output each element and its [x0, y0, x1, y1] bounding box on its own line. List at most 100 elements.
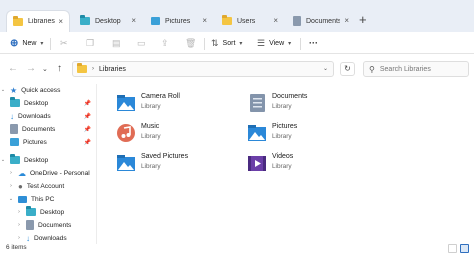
plus-icon: ⊕ [10, 37, 19, 49]
videos-icon [248, 156, 266, 171]
documents-icon [26, 220, 34, 230]
desktop-folder-icon [80, 15, 90, 25]
library-name: Videos [272, 153, 294, 160]
tab-pictures[interactable]: Pictures × [145, 10, 213, 32]
folder-icon [222, 15, 232, 25]
chevron-right-icon[interactable]: › [8, 170, 14, 176]
search-placeholder: Search Libraries [379, 65, 431, 73]
chevron-down-icon[interactable]: ⌄ [0, 87, 6, 93]
tab-label: Libraries [28, 18, 55, 25]
sidebar-item-desktop[interactable]: Desktop 📌 [0, 97, 96, 109]
cut-button[interactable]: ✂ [60, 36, 68, 50]
library-name: Pictures [272, 123, 298, 130]
library-music[interactable]: Music Library [98, 119, 248, 147]
tab-users[interactable]: Users × [216, 10, 284, 32]
close-icon[interactable]: × [58, 17, 63, 26]
tab-desktop[interactable]: Desktop × [74, 10, 142, 32]
refresh-button[interactable]: ↻ [340, 62, 355, 76]
user-icon: ● [18, 181, 23, 191]
library-saved-pictures[interactable]: Saved Pictures Library [98, 149, 248, 177]
tab-label: Users [237, 17, 256, 25]
cloud-icon: ☁ [18, 168, 26, 178]
desktop-folder-icon [10, 154, 20, 164]
copy-button[interactable]: ❐ [86, 36, 94, 50]
tab-label: Pictures [165, 17, 191, 25]
chevron-down-icon[interactable]: ⌄ [0, 157, 6, 163]
chevron-right-icon[interactable]: › [16, 235, 22, 241]
pin-icon: 📌 [83, 126, 91, 133]
share-button[interactable]: ⇪ [161, 36, 169, 50]
sort-button[interactable]: ⇅ Sort ▾ [211, 36, 242, 50]
sidebar-item-pictures[interactable]: Pictures 📌 [0, 136, 96, 148]
rename-button[interactable]: ▭ [137, 36, 146, 50]
new-button[interactable]: ⊕ New ▾ [10, 36, 43, 50]
pin-icon: 📌 [83, 113, 91, 120]
command-bar: ⊕ New ▾ ✂ ❐ ▤ ▭ ⇪ 🗑 ⇅ Sort ▾ ☰ View ▾ ··… [0, 32, 474, 54]
tab-label: Documents [306, 17, 340, 25]
download-icon: ↓ [10, 111, 14, 121]
close-icon[interactable]: × [344, 16, 349, 25]
tab-documents[interactable]: Documents × [287, 10, 355, 32]
sidebar-item-pc-desktop[interactable]: › Desktop [0, 206, 96, 218]
chevron-right-icon[interactable]: › [16, 209, 22, 215]
documents-icon [10, 124, 18, 134]
view-icon: ☰ [257, 37, 266, 48]
sidebar-item-test-account[interactable]: › ● Test Account [0, 180, 96, 192]
tiles-view-button[interactable] [460, 244, 469, 253]
rename-icon: ▭ [137, 37, 146, 48]
pictures-icon [248, 125, 266, 141]
pin-icon: 📌 [83, 100, 91, 107]
sidebar-item-pc-downloads[interactable]: › ↓ Downloads [0, 232, 96, 244]
view-button[interactable]: ☰ View ▾ [257, 36, 291, 50]
search-icon: ⚲ [369, 64, 375, 74]
sidebar-item-pc-documents[interactable]: › Documents [0, 219, 96, 231]
sidebar-item-downloads[interactable]: ↓ Downloads 📌 [0, 110, 96, 122]
sidebar-item-onedrive[interactable]: › ☁ OneDrive - Personal [0, 167, 96, 179]
chevron-down-icon[interactable]: ⌄ [8, 196, 14, 202]
new-tab-button[interactable]: + [359, 12, 367, 27]
chevron-down-icon: ▾ [40, 40, 44, 47]
library-type: Library [272, 103, 292, 110]
sidebar-item-quick-access[interactable]: ⌄ ★ Quick access [0, 84, 96, 96]
chevron-right-icon[interactable]: › [16, 222, 22, 228]
new-label: New [22, 39, 37, 47]
library-pictures[interactable]: Pictures Library [229, 119, 379, 147]
breadcrumb[interactable]: Libraries [99, 66, 126, 73]
chevron-right-icon[interactable]: › [8, 183, 14, 189]
library-camera-roll[interactable]: Camera Roll Library [98, 89, 248, 117]
sidebar-item-desktop-root[interactable]: ⌄ Desktop [0, 154, 96, 166]
documents-icon [250, 94, 265, 112]
sort-label: Sort [222, 39, 236, 47]
forward-arrow-icon[interactable]: → [26, 63, 36, 74]
sidebar-item-label: Downloads [18, 112, 51, 120]
chevron-down-icon[interactable]: ⌄ [323, 65, 328, 72]
address-bar[interactable]: › Libraries ⌄ [72, 61, 334, 77]
library-videos[interactable]: Videos Library [229, 149, 379, 177]
libraries-view: Camera Roll Library Documents Library Mu… [98, 84, 474, 244]
sidebar-item-this-pc[interactable]: ⌄ This PC [0, 193, 96, 205]
library-documents[interactable]: Documents Library [229, 89, 379, 117]
paste-button[interactable]: ▤ [112, 36, 121, 50]
close-icon[interactable]: × [131, 16, 136, 25]
details-view-button[interactable] [448, 244, 457, 253]
recent-locations-icon[interactable]: ⌄ [42, 65, 48, 73]
back-arrow-icon[interactable]: ← [8, 63, 18, 74]
search-input[interactable]: ⚲ Search Libraries [363, 61, 469, 77]
tab-label: Desktop [95, 17, 121, 25]
documents-icon [293, 16, 301, 26]
sidebar-item-documents[interactable]: Documents 📌 [0, 123, 96, 135]
tab-libraries[interactable]: Libraries × [6, 10, 70, 32]
chevron-down-icon: ▾ [239, 40, 243, 47]
close-icon[interactable]: × [273, 16, 278, 25]
library-type: Library [141, 103, 161, 110]
library-name: Saved Pictures [141, 153, 189, 160]
pictures-icon [151, 17, 160, 25]
close-icon[interactable]: × [202, 16, 207, 25]
up-arrow-icon[interactable]: ↑ [57, 63, 62, 74]
more-options-button[interactable]: ··· [309, 36, 318, 50]
star-icon: ★ [10, 85, 18, 95]
scissors-icon: ✂ [60, 37, 68, 48]
delete-button[interactable]: 🗑 [185, 36, 196, 50]
address-row: ← → ⌄ ↑ › Libraries ⌄ ↻ ⚲ Search Librari… [0, 54, 474, 84]
navigation-pane: ⌄ ★ Quick access Desktop 📌 ↓ Downloads 📌… [0, 84, 97, 244]
